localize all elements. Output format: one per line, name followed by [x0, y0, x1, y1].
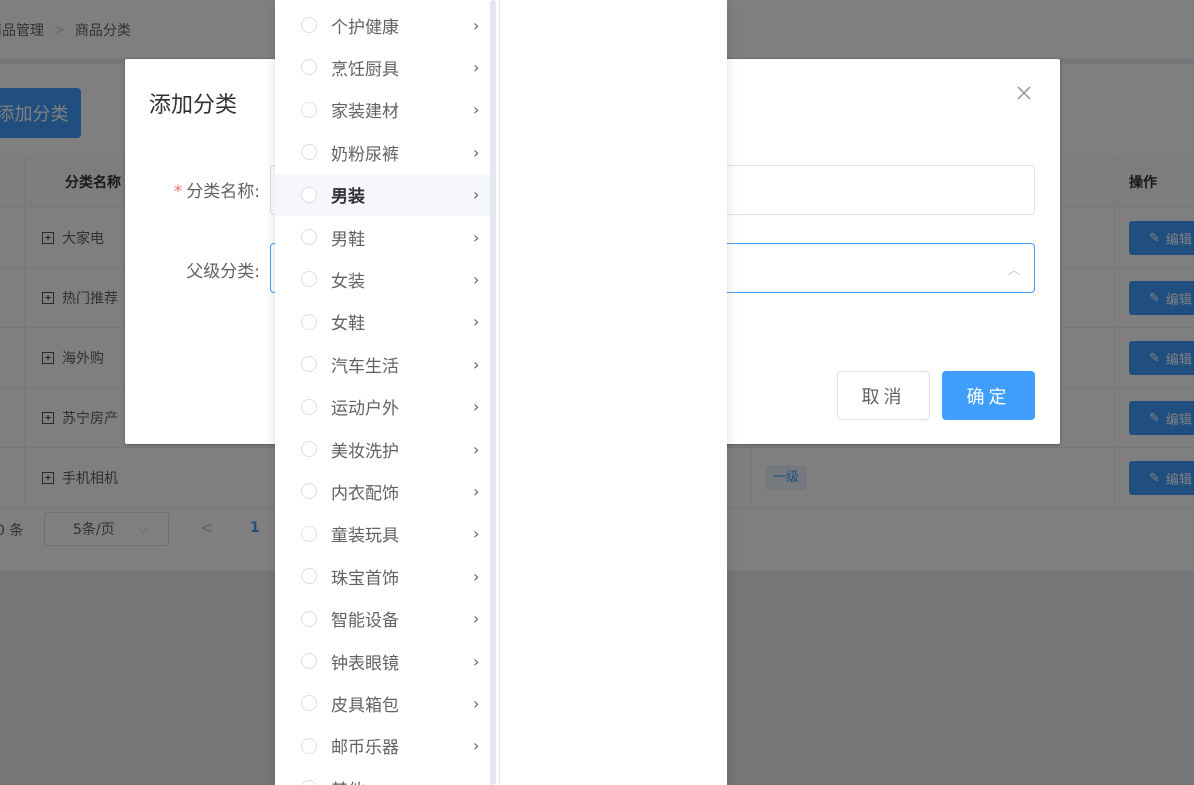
radio-button[interactable]: [301, 737, 317, 754]
radio-button[interactable]: [301, 271, 317, 288]
cascader-option[interactable]: 个护健康 ›: [275, 4, 490, 46]
radio-button[interactable]: [301, 483, 317, 500]
cancel-button[interactable]: 取消: [837, 371, 930, 420]
radio-button[interactable]: [301, 653, 317, 669]
radio-button[interactable]: [301, 568, 317, 585]
cascader-menu-level-2: [500, 0, 727, 785]
cascader-option[interactable]: 汽车生活 ›: [275, 343, 490, 385]
chevron-right-icon: ›: [473, 142, 480, 162]
cascader-option[interactable]: 女装 ›: [275, 258, 490, 300]
cascader-option[interactable]: 智能设备 ›: [275, 598, 490, 640]
required-mark: *: [173, 182, 183, 202]
radio-button[interactable]: [301, 101, 317, 118]
cascader-option[interactable]: 男装 ›: [275, 173, 490, 216]
chevron-right-icon: ›: [473, 15, 480, 35]
chevron-right-icon: ›: [473, 185, 480, 205]
cascader-option[interactable]: 家装建材 ›: [275, 89, 490, 131]
chevron-right-icon: ›: [473, 397, 480, 417]
chevron-right-icon: ›: [473, 312, 480, 332]
dialog-title: 添加分类: [149, 93, 238, 118]
cascader-option-label: 家装建材: [331, 102, 399, 123]
radio-button[interactable]: [301, 186, 317, 203]
chevron-right-icon: ›: [473, 566, 480, 586]
cascader-option[interactable]: 其他 ›: [275, 767, 490, 785]
cascader-dropdown: 个护健康 › 烹饪厨具 › 家装建材 › 奶粉尿裤 › 男装 › 男鞋 › 女装 › 女鞋 › 汽车生活 › 运动户…: [275, 0, 727, 785]
radio-button[interactable]: [301, 356, 317, 373]
chevron-right-icon: ›: [473, 779, 479, 785]
cascader-option-label: 个护健康: [331, 17, 399, 38]
chevron-right-icon: ›: [473, 269, 480, 289]
cascader-option-label: 皮具箱包: [331, 695, 399, 716]
radio-button[interactable]: [301, 695, 317, 712]
radio-button[interactable]: [301, 441, 317, 457]
cascader-option[interactable]: 钟表眼镜 ›: [275, 640, 490, 682]
cascader-option-label: 男鞋: [331, 229, 365, 250]
chevron-right-icon: ›: [473, 227, 480, 247]
cascader-option[interactable]: 运动户外 ›: [275, 386, 490, 428]
cascader-option-label: 女装: [331, 271, 365, 292]
chevron-right-icon: ›: [473, 609, 480, 629]
chevron-up-icon: ︿: [1007, 263, 1020, 277]
cascader-option-label: 童装玩具: [331, 526, 399, 547]
chevron-right-icon: ›: [473, 736, 480, 756]
cascader-option-label: 美妆洗护: [331, 441, 399, 462]
cascader-option[interactable]: 烹饪厨具 ›: [275, 46, 490, 88]
cascader-option-label: 女鞋: [331, 314, 365, 335]
close-icon[interactable]: [1016, 85, 1032, 101]
radio-button[interactable]: [301, 144, 317, 161]
cascader-option[interactable]: 邮币乐器 ›: [275, 725, 490, 767]
cascader-scrollbar[interactable]: [490, 0, 496, 785]
parent-category-label: 父级分类:: [186, 262, 260, 282]
cascader-option-label: 烹饪厨具: [331, 59, 399, 80]
confirm-button[interactable]: 确定: [942, 371, 1035, 420]
cascader-option[interactable]: 女鞋 ›: [275, 301, 490, 343]
radio-button[interactable]: [301, 229, 317, 245]
radio-button[interactable]: [301, 59, 317, 76]
cascader-option[interactable]: 珠宝首饰 ›: [275, 555, 490, 597]
chevron-right-icon: ›: [473, 693, 480, 713]
cascader-option-label: 内衣配饰: [331, 483, 399, 504]
cascader-option-label: 运动户外: [331, 399, 399, 420]
cascader-option-label: 男装: [331, 187, 365, 208]
cascader-option-label: 邮币乐器: [331, 738, 399, 759]
category-name-label: * 分类名称:: [173, 182, 260, 202]
cascader-option[interactable]: 童装玩具 ›: [275, 513, 490, 555]
cascader-menu-level-1: 个护健康 › 烹饪厨具 › 家装建材 › 奶粉尿裤 › 男装 › 男鞋 › 女装 › 女鞋 › 汽车生活 › 运动户…: [275, 0, 499, 785]
cascader-option-label: 其他: [331, 776, 365, 785]
radio-button[interactable]: [301, 398, 317, 415]
radio-button[interactable]: [301, 17, 317, 33]
radio-button[interactable]: [301, 610, 317, 627]
cascader-option-label: 珠宝首饰: [331, 568, 399, 589]
cascader-option-label: 智能设备: [331, 611, 399, 632]
cascader-option-label: 汽车生活: [331, 356, 399, 377]
cascader-option[interactable]: 皮具箱包 ›: [275, 682, 490, 724]
cascader-option[interactable]: 奶粉尿裤 ›: [275, 131, 490, 173]
cascader-option-label: 奶粉尿裤: [331, 144, 399, 165]
chevron-right-icon: ›: [473, 57, 480, 77]
cascader-option[interactable]: 男鞋 ›: [275, 216, 490, 258]
chevron-right-icon: ›: [473, 354, 480, 374]
cascader-option[interactable]: 美妆洗护 ›: [275, 428, 490, 470]
radio-button[interactable]: [301, 313, 317, 330]
chevron-right-icon: ›: [473, 524, 480, 544]
radio-button[interactable]: [301, 780, 317, 785]
radio-button[interactable]: [301, 525, 317, 542]
chevron-right-icon: ›: [473, 100, 480, 120]
cascader-option-label: 钟表眼镜: [331, 653, 399, 674]
chevron-right-icon: ›: [473, 481, 480, 501]
chevron-right-icon: ›: [473, 651, 480, 671]
chevron-right-icon: ›: [473, 439, 480, 459]
cascader-option[interactable]: 内衣配饰 ›: [275, 470, 490, 512]
